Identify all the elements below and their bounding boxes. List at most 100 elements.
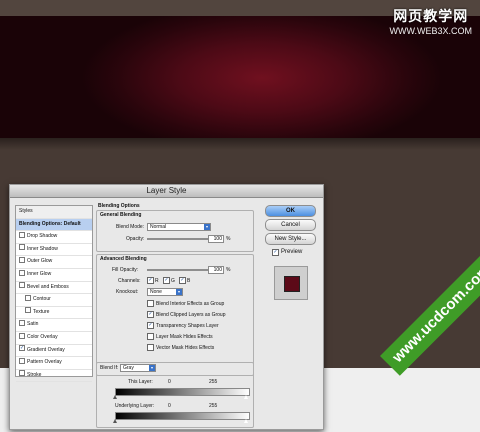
style-checkbox[interactable]: ✓ xyxy=(19,345,25,352)
style-item[interactable]: Color Overlay xyxy=(16,332,92,345)
blend-if-value: Gray xyxy=(123,365,134,371)
style-checkbox[interactable] xyxy=(19,282,25,289)
style-item[interactable]: Contour xyxy=(16,294,92,307)
general-blending-title: General Blending xyxy=(100,212,142,218)
channel-g-label: G xyxy=(171,278,175,284)
fill-opacity-label: Fill Opacity: xyxy=(112,267,139,273)
blend-mode-label: Blend Mode: xyxy=(116,224,145,230)
channel-r-checkbox[interactable]: ✓ xyxy=(147,277,154,284)
this-layer-white-slider[interactable] xyxy=(244,395,248,399)
advanced-option-checkbox[interactable]: ✓ xyxy=(147,322,154,329)
style-checkbox[interactable] xyxy=(19,231,25,238)
advanced-option-checkbox[interactable] xyxy=(147,333,154,340)
advanced-blending-title: Advanced Blending xyxy=(100,256,147,262)
styles-header[interactable]: Styles xyxy=(16,206,92,219)
style-checkbox[interactable] xyxy=(19,357,25,364)
style-item[interactable]: Inner Shadow xyxy=(16,244,92,257)
advanced-option-label: Vector Mask Hides Effects xyxy=(156,345,215,351)
watermark-top-line1: 网页教学网 xyxy=(393,9,469,25)
style-checkbox[interactable] xyxy=(19,332,25,339)
underlying-layer-gradient[interactable] xyxy=(115,412,250,420)
channel-g-checkbox[interactable]: ✓ xyxy=(163,277,170,284)
style-item[interactable]: Satin xyxy=(16,319,92,332)
style-item-label: Outer Glow xyxy=(27,258,53,265)
style-item[interactable]: Pattern Overlay xyxy=(16,357,92,370)
blend-if-label: Blend If: xyxy=(100,365,119,371)
knockout-value: None xyxy=(150,289,162,295)
advanced-option-label: Blend Clipped Layers as Group xyxy=(156,312,226,318)
preview-label: Preview xyxy=(281,249,303,255)
watermark-bottom: www.ucdcom.com xyxy=(380,223,480,376)
this-layer-min: 0 xyxy=(168,379,171,385)
underlying-white-slider[interactable] xyxy=(244,419,248,423)
preview-swatch xyxy=(284,276,300,292)
style-checkbox[interactable] xyxy=(19,244,25,251)
preview-thumbnail xyxy=(274,266,308,300)
knockout-select[interactable]: None ▾ xyxy=(147,288,183,296)
preview-checkbox[interactable]: ✓ xyxy=(272,249,279,256)
advanced-option-checkbox[interactable] xyxy=(147,300,154,307)
style-item-label: Blending Options: Default xyxy=(19,220,81,227)
style-checkbox[interactable] xyxy=(19,257,25,264)
underlying-layer-max: 255 xyxy=(209,403,218,409)
ok-button[interactable]: OK xyxy=(265,205,316,217)
advanced-option-checkbox[interactable]: ✓ xyxy=(147,311,154,318)
style-checkbox[interactable] xyxy=(25,307,31,314)
advanced-option-label: Transparency Shapes Layer xyxy=(156,323,219,329)
style-checkbox[interactable] xyxy=(19,320,25,327)
style-item-label: Contour xyxy=(33,296,51,303)
watermark-top-line2: WWW.WEB3X.COM xyxy=(389,26,473,36)
channel-b-checkbox[interactable]: ✓ xyxy=(179,277,186,284)
style-item[interactable]: Bevel and Emboss xyxy=(16,282,92,295)
cancel-button[interactable]: Cancel xyxy=(265,219,316,231)
channel-r-label: R xyxy=(155,278,159,284)
style-item-label: Pattern Overlay xyxy=(27,359,62,366)
this-layer-label: This Layer: xyxy=(128,379,153,385)
style-checkbox[interactable] xyxy=(19,370,25,377)
style-item-label: Inner Glow xyxy=(27,270,52,277)
style-item-label: Satin xyxy=(27,321,39,328)
style-item-label: Stroke xyxy=(27,371,42,378)
style-item-label: Texture xyxy=(33,308,50,315)
style-item[interactable]: ✓ Gradient Overlay xyxy=(16,345,92,358)
style-item[interactable]: Inner Glow xyxy=(16,269,92,282)
opacity-slider[interactable] xyxy=(147,238,210,240)
styles-list: Styles Blending Options: Default Drop Sha… xyxy=(15,205,93,383)
fill-opacity-unit: % xyxy=(226,267,231,273)
blending-panel: Blending Options General Blending Blend … xyxy=(96,203,254,428)
style-item[interactable]: Stroke xyxy=(16,370,92,383)
channels-label: Channels: xyxy=(118,278,141,284)
style-item[interactable]: Outer Glow xyxy=(16,256,92,269)
underlying-layer-min: 0 xyxy=(168,403,171,409)
blend-mode-value: Normal xyxy=(150,224,167,230)
blending-options-title: Blending Options xyxy=(98,203,140,209)
fill-opacity-input[interactable]: 100 xyxy=(208,266,224,274)
blend-if-select[interactable]: Gray ▾ xyxy=(120,364,156,372)
knockout-label: Knockout: xyxy=(116,289,139,295)
chevron-down-icon: ▾ xyxy=(176,289,182,295)
underlying-black-slider[interactable] xyxy=(113,419,117,423)
blend-mode-select[interactable]: Normal ▾ xyxy=(147,223,211,231)
this-layer-gradient[interactable] xyxy=(115,388,250,396)
banner-shadow xyxy=(0,138,480,150)
advanced-option-checkbox[interactable] xyxy=(147,344,154,351)
style-item[interactable]: Texture xyxy=(16,307,92,320)
style-item[interactable]: Blending Options: Default xyxy=(16,218,92,232)
fill-opacity-slider[interactable] xyxy=(147,269,210,271)
style-item-label: Inner Shadow xyxy=(27,245,58,252)
this-layer-black-slider[interactable] xyxy=(113,395,117,399)
dialog-title: Layer Style xyxy=(10,185,323,198)
opacity-input[interactable]: 100 xyxy=(208,235,224,243)
style-checkbox[interactable] xyxy=(19,269,25,276)
style-checkbox[interactable] xyxy=(25,294,31,301)
style-item-label: Drop Shadow xyxy=(27,233,58,240)
style-item[interactable]: Drop Shadow xyxy=(16,231,92,244)
underlying-layer-label: Underlying Layer: xyxy=(115,403,155,409)
advanced-option-label: Layer Mask Hides Effects xyxy=(156,334,213,340)
opacity-label: Opacity: xyxy=(126,236,145,242)
chevron-down-icon: ▾ xyxy=(149,365,155,371)
new-style-button[interactable]: New Style... xyxy=(265,233,316,245)
opacity-unit: % xyxy=(226,236,231,242)
style-item-label: Color Overlay xyxy=(27,333,58,340)
layer-style-dialog: Layer Style Styles Blending Options: Def… xyxy=(9,184,324,430)
